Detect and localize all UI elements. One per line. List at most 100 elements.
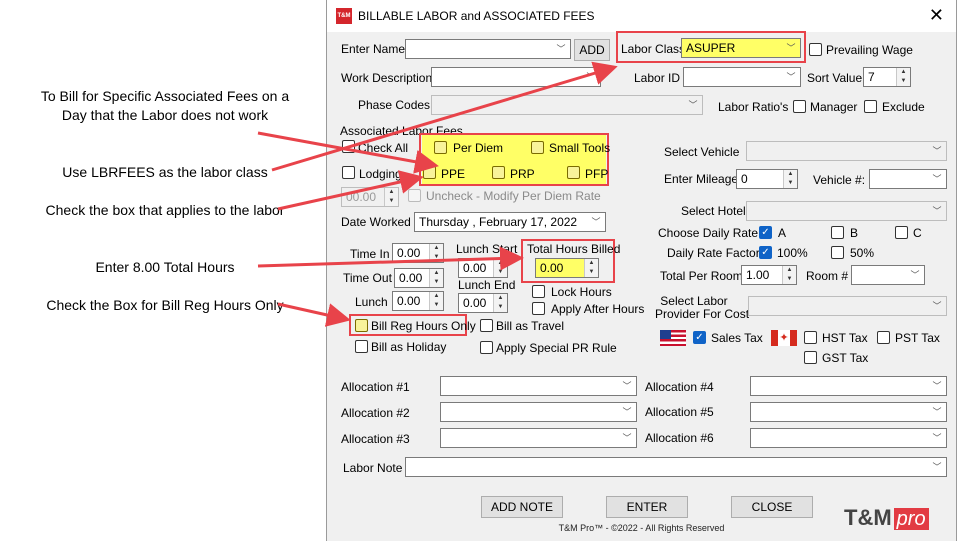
allocation-5-label: Allocation #5 <box>645 405 714 419</box>
add-note-button[interactable]: ADD NOTE <box>481 496 563 518</box>
time-in-stepper[interactable]: 0.00 ▲ ▼ <box>392 243 444 263</box>
sort-value-label: Sort Value <box>807 71 863 85</box>
room-num-combo[interactable]: ﹀ <box>851 265 925 285</box>
gst-tax-checkbox[interactable] <box>804 351 817 364</box>
stepper-arrows-icon[interactable]: ▲ ▼ <box>493 294 507 312</box>
stepper-arrows-icon[interactable]: ▲ ▼ <box>429 244 443 262</box>
annotation-use-lbrfees: Use LBRFEES as the labor class <box>62 164 268 180</box>
uncheck-modify-checkbox[interactable] <box>408 189 421 202</box>
stepper-arrows-icon[interactable]: ▲ ▼ <box>493 259 507 277</box>
prp-label: PRP <box>510 167 535 181</box>
stepper-arrows-icon[interactable]: ▲ ▼ <box>429 292 443 310</box>
tm-pro-logo: T&M pro <box>844 505 929 531</box>
allocation-2-combo[interactable]: ﹀ <box>440 402 637 422</box>
work-description-combo[interactable]: ﹀ <box>431 67 601 87</box>
check-all-label: Check All <box>358 141 409 155</box>
labor-id-combo[interactable]: ﹀ <box>683 67 801 87</box>
lunch-start-stepper[interactable]: 0.00 ▲ ▼ <box>458 258 508 278</box>
labor-note-combo[interactable]: ﹀ <box>405 457 947 477</box>
allocation-3-label: Allocation #3 <box>341 432 410 446</box>
stepper-arrows-icon[interactable]: ▲ ▼ <box>896 68 910 86</box>
total-hours-label: Total Hours Billed <box>527 242 621 256</box>
pfp-checkbox[interactable] <box>567 166 580 179</box>
per-diem-checkbox[interactable] <box>434 141 447 154</box>
allocation-1-combo[interactable]: ﹀ <box>440 376 637 396</box>
apply-special-pr-checkbox[interactable] <box>480 341 493 354</box>
enter-mileage-stepper[interactable]: 0 ▲ ▼ <box>736 169 798 189</box>
stepper-arrows-icon[interactable]: ▲ ▼ <box>783 170 797 188</box>
labor-note-label: Labor Note <box>343 461 403 475</box>
labor-provider-combo[interactable]: ﹀ <box>748 296 947 316</box>
allocation-5-combo[interactable]: ﹀ <box>750 402 947 422</box>
hst-tax-checkbox[interactable] <box>804 331 817 344</box>
enter-mileage-label: Enter Mileage <box>664 172 739 186</box>
bill-as-holiday-checkbox[interactable] <box>355 340 368 353</box>
close-button[interactable]: CLOSE <box>731 496 813 518</box>
factor-50-checkbox[interactable] <box>831 246 844 259</box>
enter-name-combo[interactable]: ﹀ <box>405 39 571 59</box>
total-per-room-stepper[interactable]: 1.00 ▲ ▼ <box>741 265 797 285</box>
sales-tax-checkbox[interactable]: ✓ <box>693 331 706 344</box>
ppe-checkbox[interactable] <box>423 166 436 179</box>
stepper-arrows-icon[interactable]: ▲ ▼ <box>384 188 398 206</box>
bill-as-travel-checkbox[interactable] <box>480 319 493 332</box>
check-all-checkbox[interactable] <box>342 140 355 153</box>
manager-label: Manager <box>810 100 858 114</box>
small-tools-checkbox[interactable] <box>531 141 544 154</box>
time-out-stepper[interactable]: 0.00 ▲ ▼ <box>394 268 444 288</box>
select-hotel-combo[interactable]: ﹀ <box>746 201 947 221</box>
apply-after-hours-checkbox[interactable] <box>532 302 545 315</box>
select-vehicle-label: Select Vehicle <box>664 145 740 159</box>
rate-a-label: A <box>778 226 787 240</box>
allocation-6-combo[interactable]: ﹀ <box>750 428 947 448</box>
pst-tax-checkbox[interactable] <box>877 331 890 344</box>
allocation-3-combo[interactable]: ﹀ <box>440 428 637 448</box>
close-icon[interactable]: ✕ <box>929 5 944 25</box>
window-title: BILLABLE LABOR and ASSOCIATED FEES <box>358 9 595 23</box>
per-diem-amount-stepper[interactable]: 00.00 ▲ ▼ <box>341 187 399 207</box>
enter-button[interactable]: ENTER <box>606 496 688 518</box>
factor-100-checkbox[interactable]: ✓ <box>759 246 772 259</box>
stepper-arrows-icon[interactable]: ▲ ▼ <box>429 269 443 287</box>
chevron-down-icon: ﹀ <box>622 407 632 417</box>
lodging-checkbox[interactable] <box>342 166 355 179</box>
total-hours-stepper[interactable]: 0.00 ▲ ▼ <box>535 258 599 278</box>
prevailing-wage-checkbox[interactable] <box>809 43 822 56</box>
time-out-label: Time Out <box>343 271 392 285</box>
us-flag-icon <box>660 330 686 346</box>
chevron-down-icon: ﹀ <box>932 301 942 311</box>
stepper-arrows-icon[interactable]: ▲ ▼ <box>782 266 796 284</box>
labor-provider-label-2: Provider For Cost <box>655 307 750 321</box>
bill-reg-hours-checkbox[interactable] <box>355 319 368 332</box>
chevron-down-icon: ﹀ <box>932 433 942 443</box>
phase-codes-label: Phase Codes <box>358 98 431 112</box>
allocation-4-combo[interactable]: ﹀ <box>750 376 947 396</box>
pst-tax-label: PST Tax <box>895 331 940 345</box>
lunch-stepper[interactable]: 0.00 ▲ ▼ <box>392 291 444 311</box>
lunch-end-stepper[interactable]: 0.00 ▲ ▼ <box>458 293 508 313</box>
select-vehicle-combo[interactable]: ﹀ <box>746 141 947 161</box>
title-bar: T&M BILLABLE LABOR and ASSOCIATED FEES ✕ <box>327 0 956 32</box>
prp-checkbox[interactable] <box>492 166 505 179</box>
lock-hours-checkbox[interactable] <box>532 285 545 298</box>
annotation-bill-reg: Check the Box for Bill Reg Hours Only <box>46 297 284 313</box>
stepper-arrows-icon[interactable]: ▲ ▼ <box>584 259 598 277</box>
rate-b-checkbox[interactable] <box>831 226 844 239</box>
labor-provider-label-1: Select Labor <box>660 294 728 308</box>
factor-100-label: 100% <box>777 246 808 260</box>
rate-a-checkbox[interactable]: ✓ <box>759 226 772 239</box>
phase-codes-combo[interactable]: ﹀ <box>431 95 703 115</box>
chevron-down-icon: ﹀ <box>688 100 698 110</box>
app-logo-icon: T&M <box>336 8 352 24</box>
add-name-button[interactable]: ADD <box>574 39 610 61</box>
manager-checkbox[interactable] <box>793 100 806 113</box>
exclude-checkbox[interactable] <box>864 100 877 113</box>
rate-b-label: B <box>850 226 859 240</box>
rate-c-label: C <box>913 226 922 240</box>
lunch-end-label: Lunch End <box>458 278 516 292</box>
sort-value-stepper[interactable]: 7 ▲ ▼ <box>863 67 911 87</box>
rate-c-checkbox[interactable] <box>895 226 908 239</box>
vehicle-num-combo[interactable]: ﹀ <box>869 169 947 189</box>
date-worked-picker[interactable]: Thursday , February 17, 2022 ﹀ <box>414 212 606 232</box>
chevron-down-icon: ﹀ <box>932 381 942 391</box>
